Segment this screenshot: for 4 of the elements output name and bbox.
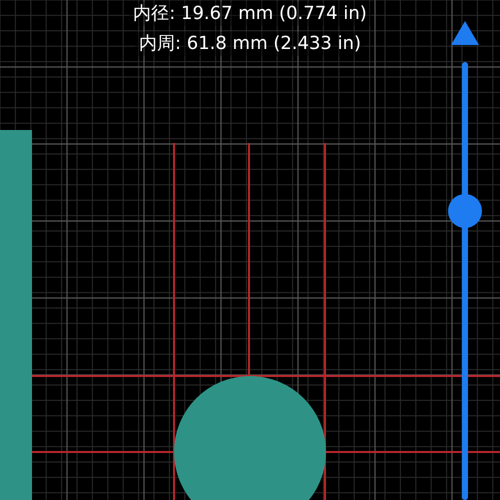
measurement-text: 内周: 61.8 mm (2.433 in) [134, 32, 366, 56]
measurement-text: 内径: 19.67 mm (0.774 in) [129, 2, 371, 26]
slider-thumb[interactable] [448, 194, 482, 228]
up-arrow-icon[interactable] [450, 20, 480, 46]
